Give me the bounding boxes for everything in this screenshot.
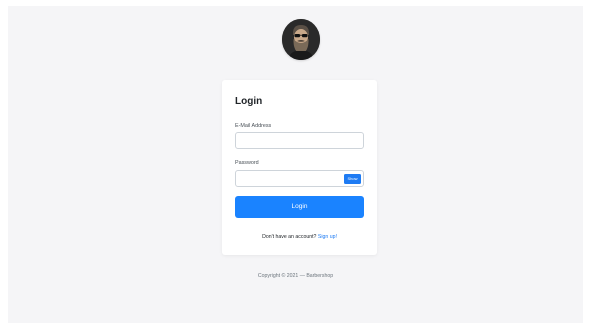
bearded-man-avatar-icon xyxy=(282,19,320,60)
page-background: Login E-Mail Address Password Show Login… xyxy=(8,6,583,323)
login-title: Login xyxy=(235,96,263,107)
login-button[interactable]: Login xyxy=(235,196,364,218)
show-password-button[interactable]: Show xyxy=(344,174,361,184)
signup-link[interactable]: Sign up! xyxy=(318,234,337,240)
email-label: E-Mail Address xyxy=(235,123,272,129)
signup-prompt: Don't have an account? Sign up! xyxy=(222,234,377,240)
signup-prefix: Don't have an account? xyxy=(262,234,318,240)
password-label: Password xyxy=(235,160,259,166)
login-card: Login E-Mail Address Password Show Login… xyxy=(222,80,377,255)
email-input[interactable] xyxy=(235,132,364,149)
copyright-text: Copyright © 2021 — Barbershop xyxy=(257,273,334,279)
